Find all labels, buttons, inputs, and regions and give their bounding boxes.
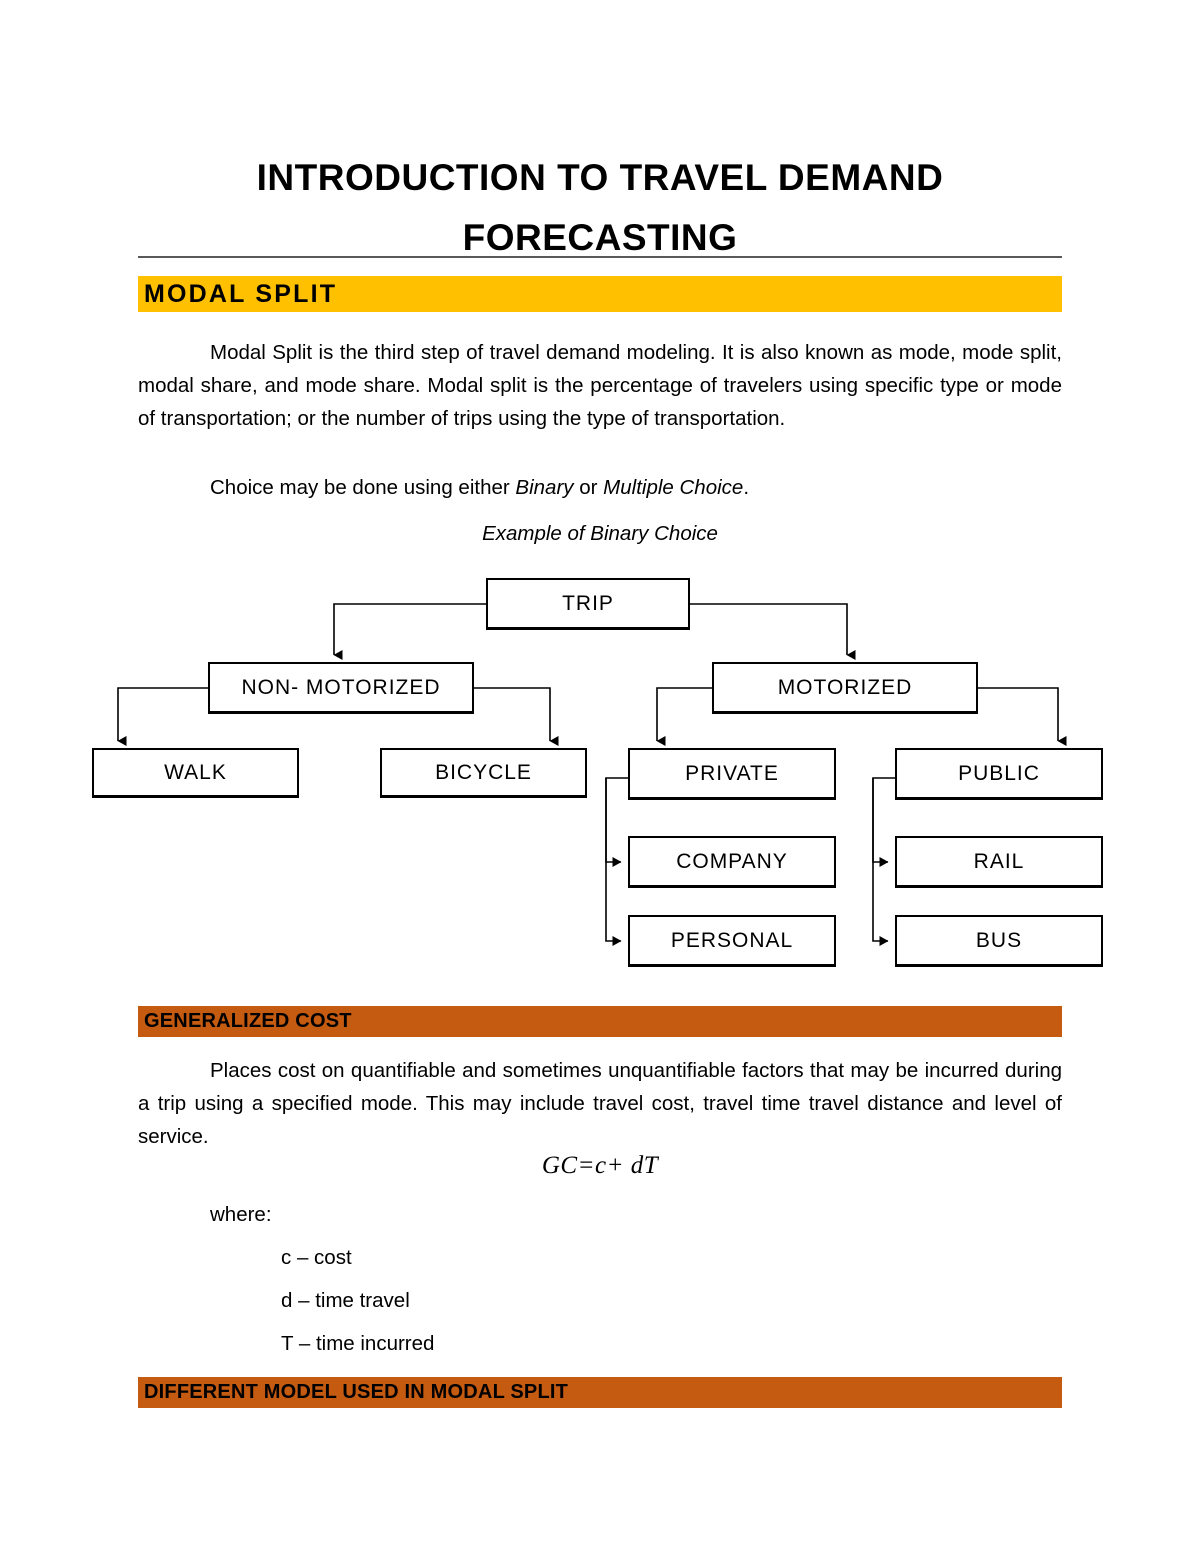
- flow-node-non-motorized-label: NON- MOTORIZED: [241, 675, 441, 699]
- flow-node-personal[interactable]: PERSONAL: [628, 915, 836, 967]
- flow-node-company[interactable]: COMPANY: [628, 836, 836, 888]
- document-page: INTRODUCTION TO TRAVEL DEMAND FORECASTIN…: [0, 0, 1200, 1553]
- where-item-c: c – cost: [281, 1246, 352, 1269]
- flow-node-public-label: PUBLIC: [958, 761, 1040, 785]
- flow-node-rail[interactable]: RAIL: [895, 836, 1103, 888]
- flow-node-bus[interactable]: BUS: [895, 915, 1103, 967]
- paragraph-generalized-cost-text: Places cost on quantifiable and sometime…: [138, 1059, 1062, 1148]
- flow-node-motorized[interactable]: MOTORIZED: [712, 662, 978, 714]
- flow-node-rail-label: RAIL: [973, 849, 1025, 873]
- section-header-generalized-cost-label: GENERALIZED COST: [144, 1010, 352, 1032]
- flow-node-walk[interactable]: WALK: [92, 748, 299, 798]
- flow-node-company-label: COMPANY: [676, 849, 788, 873]
- flow-node-bicycle-label: BICYCLE: [435, 760, 532, 784]
- flow-node-public[interactable]: PUBLIC: [895, 748, 1103, 800]
- section-header-different-model: DIFFERENT MODEL USED IN MODAL SPLIT: [138, 1377, 1062, 1408]
- flow-node-trip-label: TRIP: [562, 591, 614, 615]
- flow-node-private[interactable]: PRIVATE: [628, 748, 836, 800]
- where-item-d: d – time travel: [281, 1289, 410, 1312]
- where-label: where:: [210, 1203, 272, 1226]
- flow-node-motorized-label: MOTORIZED: [777, 675, 913, 699]
- where-item-t: T – time incurred: [281, 1332, 435, 1355]
- flow-node-bicycle[interactable]: BICYCLE: [380, 748, 587, 798]
- paragraph-generalized-cost: Places cost on quantifiable and sometime…: [138, 1054, 1062, 1153]
- flow-node-non-motorized[interactable]: NON- MOTORIZED: [208, 662, 474, 714]
- flow-node-bus-label: BUS: [975, 928, 1023, 952]
- section-header-generalized-cost: GENERALIZED COST: [138, 1006, 1062, 1037]
- flow-node-trip[interactable]: TRIP: [486, 578, 690, 630]
- flow-node-private-label: PRIVATE: [685, 761, 779, 785]
- flow-node-personal-label: PERSONAL: [670, 928, 794, 952]
- flow-node-walk-label: WALK: [164, 760, 227, 784]
- section-header-different-model-label: DIFFERENT MODEL USED IN MODAL SPLIT: [144, 1381, 569, 1403]
- formula-generalized-cost: GC=c+ dT: [541, 1152, 659, 1179]
